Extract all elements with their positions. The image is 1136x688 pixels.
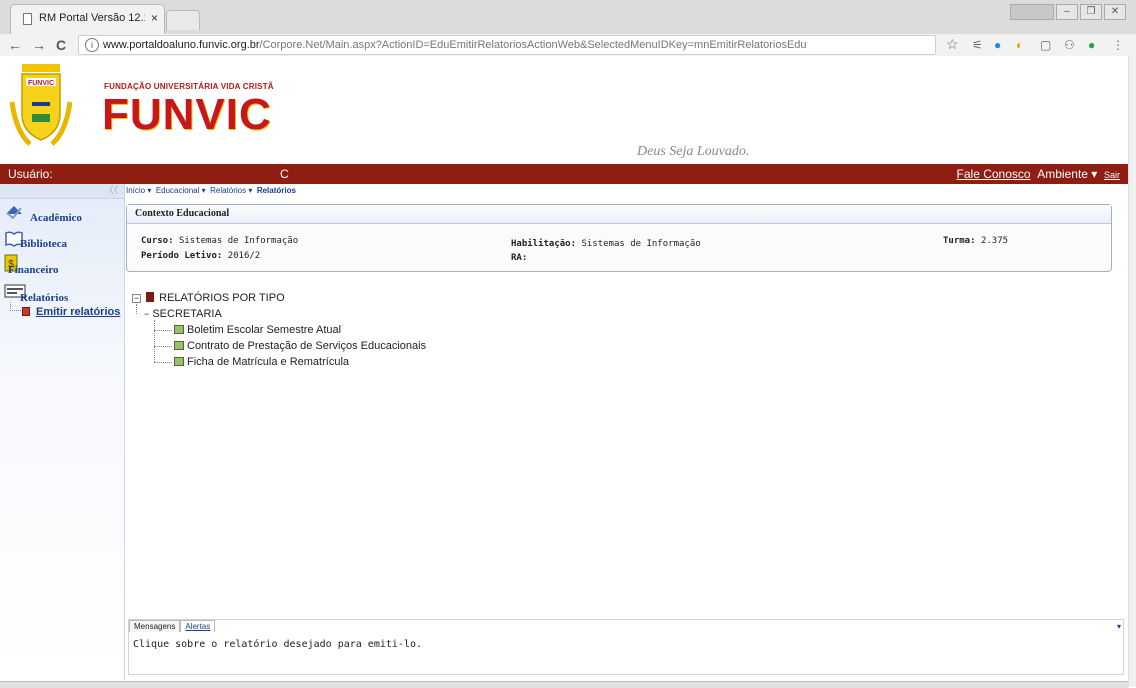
turma-field: Turma: 2.375 — [943, 236, 1008, 246]
habilitacao-label: Habilitação: — [511, 239, 577, 249]
bookmark-star-icon[interactable]: ☆ — [946, 36, 959, 53]
user-name: C — [280, 167, 289, 181]
skype-icon[interactable]: ● — [994, 38, 1001, 52]
report-label: Boletim Escolar Semestre Atual — [187, 324, 342, 336]
address-bar: ← → C i www.portaldoaluno.funvic.org.br/… — [0, 34, 1136, 57]
extension-icon[interactable]: ▢ — [1040, 38, 1051, 52]
tree-connector — [136, 304, 137, 314]
extension-icon[interactable]: ⚟ — [972, 38, 983, 52]
collapse-icon[interactable]: − — [132, 294, 141, 303]
report-icon — [22, 307, 30, 316]
periodo-label: Período Letivo: — [141, 251, 223, 261]
restore-icon[interactable]: ❐ — [1080, 4, 1102, 20]
browser-tab[interactable]: RM Portal Versão 12.1.1 × — [10, 4, 165, 34]
url-path: /Corpore.Net/Main.aspx?ActionID=EduEmiti… — [259, 39, 807, 51]
report-icon — [174, 325, 184, 334]
page-icon — [23, 13, 32, 25]
messages-panel: Mensagens Alertas ▾ Clique sobre o relató… — [128, 619, 1124, 675]
sidebar-item-biblioteca[interactable]: Biblioteca — [20, 238, 67, 250]
logout-link[interactable]: Sair — [1104, 170, 1120, 180]
report-label: Contrato de Prestação de Serviços Educac… — [187, 340, 427, 352]
extension-icon[interactable]: ● — [1088, 38, 1095, 52]
tab-mensagens[interactable]: Mensagens — [129, 620, 181, 632]
page-scrollbar[interactable] — [1128, 56, 1136, 687]
motto: Deus Seja Louvado. — [637, 144, 750, 159]
menu-icon[interactable]: ⋮ — [1112, 38, 1124, 52]
ra-field: RA: — [511, 253, 527, 263]
funvic-crest-logo: FUNVIC — [10, 64, 72, 146]
collapse-icon[interactable]: − — [144, 309, 149, 319]
periodo-value: 2016/2 — [227, 251, 261, 261]
tree-group[interactable]: − SECRETARIA — [144, 308, 222, 320]
user-label: Usuário: — [8, 167, 53, 181]
report-icon — [174, 357, 184, 366]
tree-report-item[interactable]: Ficha de Matrícula e Rematrícula — [174, 356, 349, 368]
url-host: www.portaldoaluno.funvic.org.br — [103, 39, 260, 51]
sidebar-collapse-button[interactable]: 〈〈 — [0, 184, 124, 199]
curso-label: Curso: — [141, 236, 174, 246]
curso-value: Sistemas de Informação — [178, 236, 299, 246]
academic-icon — [6, 206, 22, 220]
panel-title: Contexto Educacional — [127, 205, 1111, 224]
extension-icon[interactable]: ⚇ — [1064, 38, 1075, 52]
tree-connector — [154, 362, 172, 363]
habilitacao-field: Habilitação: Sistemas de Informação — [511, 239, 701, 249]
tree-connector — [154, 330, 172, 331]
sidebar-subitem-emitir-relatorios[interactable]: Emitir relatórios — [36, 306, 120, 318]
profile-button[interactable] — [1010, 4, 1054, 20]
turma-label: Turma: — [943, 236, 976, 246]
messages-tabs: Mensagens Alertas — [129, 620, 216, 634]
report-label: Ficha de Matrícula e Rematrícula — [187, 356, 350, 368]
url-text: www.portaldoaluno.funvic.org.br/Corpore.… — [103, 39, 807, 51]
new-tab-button[interactable] — [166, 10, 200, 30]
tree-connector — [154, 320, 155, 362]
brand-name: FUNVIC — [102, 90, 272, 139]
browser-tab-bar: RM Portal Versão 12.1.1 × – ❐ ✕ — [0, 0, 1136, 34]
user-actions: Fale Conosco Ambiente ▾ Sair — [957, 167, 1120, 181]
messages-minimize-icon[interactable]: ▾ — [1117, 622, 1121, 631]
site-header: FUNVIC FUNDAÇÃO UNIVERSITÁRIA VIDA CRIST… — [0, 56, 1128, 164]
environment-menu[interactable]: Ambiente ▾ — [1037, 167, 1097, 181]
habilitacao-value: Sistemas de Informação — [581, 239, 701, 249]
tab-title: RM Portal Versão 12.1.1 — [39, 12, 145, 24]
reload-icon[interactable]: C — [56, 37, 66, 53]
sidebar-item-financeiro[interactable]: Financeiro — [8, 264, 59, 276]
tree-report-item[interactable]: Boletim Escolar Semestre Atual — [174, 324, 341, 336]
tree-connector — [154, 346, 172, 347]
breadcrumb: Início ▾ Educacional ▾ Relatórios ▾ Rela… — [126, 186, 296, 200]
tab-close-icon[interactable]: × — [151, 11, 158, 25]
tree-group-label: SECRETARIA — [152, 308, 222, 320]
messages-text: Clique sobre o relatório desejado para e… — [133, 639, 422, 650]
ra-label: RA: — [511, 253, 528, 263]
window-controls: – ❐ ✕ — [1010, 4, 1126, 20]
tree-root[interactable]: − RELATÓRIOS POR TIPO — [132, 292, 285, 304]
user-bar: Usuário: C Fale Conosco Ambiente ▾ Sair — [0, 164, 1128, 184]
minimize-icon[interactable]: – — [1056, 4, 1078, 20]
folder-icon — [146, 292, 155, 302]
svg-text:FUNVIC: FUNVIC — [28, 80, 54, 87]
sidebar-item-relatorios[interactable]: Relatórios — [20, 292, 68, 304]
report-icon — [174, 341, 184, 350]
tab-alertas[interactable]: Alertas — [180, 620, 216, 632]
tree-root-label: RELATÓRIOS POR TIPO — [159, 292, 285, 304]
close-window-icon[interactable]: ✕ — [1104, 4, 1126, 20]
breadcrumb-inicio[interactable]: Início ▾ — [126, 186, 151, 195]
contact-link[interactable]: Fale Conosco — [957, 167, 1031, 181]
turma-value: 2.375 — [980, 236, 1009, 246]
forward-icon[interactable]: → — [32, 37, 46, 53]
breadcrumb-educacional[interactable]: Educacional ▾ — [156, 186, 206, 195]
breadcrumb-current: Relatórios — [256, 186, 296, 195]
tree-connector — [10, 302, 21, 311]
back-icon[interactable]: ← — [8, 37, 22, 53]
sidebar: 〈〈 Acadêmico Biblioteca $ Financeiro Rel… — [0, 184, 125, 680]
periodo-field: Período Letivo: 2016/2 — [141, 251, 260, 261]
tree-report-item[interactable]: Contrato de Prestação de Serviços Educac… — [174, 340, 426, 352]
curso-field: Curso: Sistemas de Informação — [141, 236, 298, 246]
url-field[interactable]: i www.portaldoaluno.funvic.org.br/Corpor… — [78, 35, 936, 55]
info-icon[interactable]: i — [85, 38, 99, 52]
sidebar-item-academico[interactable]: Acadêmico — [30, 212, 82, 224]
educational-context-panel: Contexto Educacional Curso: Sistemas de … — [126, 204, 1112, 272]
extension-icon[interactable]: ◐ — [1016, 38, 1023, 52]
breadcrumb-relatorios[interactable]: Relatórios ▾ — [210, 186, 252, 195]
